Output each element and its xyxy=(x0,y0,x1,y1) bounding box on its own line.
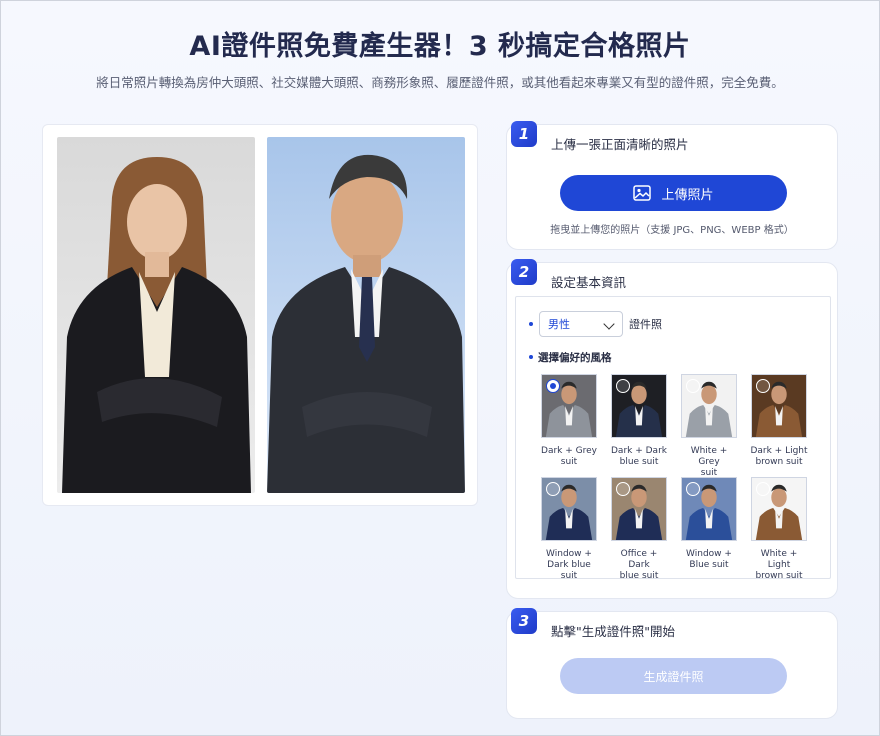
style-caption-line: Window + xyxy=(686,549,732,559)
style-caption-line: Dark blue suit xyxy=(547,560,591,581)
style-caption: Window + Blue suit xyxy=(679,549,739,571)
example-preview xyxy=(42,124,478,506)
style-caption-line: blue suit xyxy=(619,457,659,467)
style-caption: Window + Dark blue suit xyxy=(539,549,599,582)
upload-button-label: 上傳照片 xyxy=(661,187,714,203)
style-caption-line: blue suit xyxy=(619,571,659,581)
step-settings-card: 2 設定基本資訊 男性 證件照 選擇偏好的風格 Dark + Grey suit D… xyxy=(506,259,838,599)
style-thumbnail xyxy=(611,477,667,541)
gender-select-value: 男性 xyxy=(548,318,570,331)
style-option[interactable]: Dark + Grey suit xyxy=(539,374,599,468)
page-title: AI證件照免費產生器！3 秒搞定合格照片 xyxy=(189,31,691,62)
settings-panel: 男性 證件照 選擇偏好的風格 Dark + Grey suit Dark + Dar… xyxy=(515,296,831,582)
style-option[interactable]: Dark + Dark blue suit xyxy=(609,374,669,468)
step-title: 設定基本資訊 xyxy=(551,275,627,290)
style-radio[interactable] xyxy=(546,379,560,393)
style-option[interactable]: Window + Dark blue suit xyxy=(539,477,599,582)
style-caption: Dark + Light brown suit xyxy=(749,446,809,468)
example-photo-man xyxy=(267,137,465,493)
step-number-badge: 3 xyxy=(511,608,537,634)
style-caption-line: suit xyxy=(560,457,578,467)
style-thumbnail xyxy=(751,477,807,541)
gender-select[interactable]: 男性 xyxy=(539,311,623,337)
step-number-badge: 2 xyxy=(511,259,537,285)
style-radio[interactable] xyxy=(546,482,560,496)
bullet-dot xyxy=(529,355,533,359)
style-radio[interactable] xyxy=(756,379,770,393)
style-caption: White + Light brown suit xyxy=(749,549,809,582)
step-upload-card: 1 上傳一張正面清晰的照片 上傳照片 拖曳並上傳您的照片（支援 JPG、PNG、… xyxy=(506,121,838,250)
style-caption-line: White + Light xyxy=(760,549,798,570)
style-thumbnail xyxy=(681,477,737,541)
style-caption-line: Dark + Light xyxy=(750,446,808,456)
style-radio[interactable] xyxy=(686,482,700,496)
style-caption: Dark + Dark blue suit xyxy=(609,446,669,468)
bullet-dot xyxy=(529,322,533,326)
upload-photo-button[interactable]: 上傳照片 xyxy=(560,175,787,211)
chevron-down-icon xyxy=(603,318,615,330)
style-caption-line: Dark + Dark xyxy=(611,446,667,456)
generate-id-photo-button[interactable]: 生成證件照 xyxy=(560,658,787,694)
style-option[interactable]: Window + Blue suit xyxy=(679,477,739,571)
step-title: 點擊"生成證件照"開始 xyxy=(551,624,675,639)
style-caption-line: brown suit xyxy=(755,571,803,581)
style-caption: Office + Dark blue suit xyxy=(609,549,669,582)
step-generate-card: 3 點擊"生成證件照"開始 生成證件照 xyxy=(506,608,838,719)
style-thumbnail xyxy=(541,477,597,541)
image-icon xyxy=(633,185,652,201)
style-thumbnail xyxy=(611,374,667,438)
style-radio[interactable] xyxy=(686,379,700,393)
style-caption-line: Dark + Grey xyxy=(541,446,597,456)
style-radio[interactable] xyxy=(756,482,770,496)
style-option[interactable]: Dark + Light brown suit xyxy=(749,374,809,468)
style-option[interactable]: Office + Dark blue suit xyxy=(609,477,669,582)
style-option[interactable]: White + Grey suit xyxy=(679,374,739,479)
step-number-badge: 1 xyxy=(511,121,537,147)
style-option[interactable]: White + Light brown suit xyxy=(749,477,809,582)
style-caption-line: Window + xyxy=(546,549,592,559)
style-radio[interactable] xyxy=(616,482,630,496)
style-caption-line: brown suit xyxy=(755,457,803,467)
style-caption: Dark + Grey suit xyxy=(539,446,599,468)
step-title: 上傳一張正面清晰的照片 xyxy=(551,137,689,152)
style-thumbnail xyxy=(751,374,807,438)
page-subtitle: 將日常照片轉換為房仲大頭照、社交媒體大頭照、商務形象照、履歷證件照，或其他看起來… xyxy=(96,75,784,90)
style-thumbnail xyxy=(681,374,737,438)
style-caption: White + Grey suit xyxy=(679,446,739,479)
style-caption-line: Blue suit xyxy=(689,560,729,570)
style-section-label: 選擇偏好的風格 xyxy=(538,352,612,364)
example-photo-woman xyxy=(57,137,255,493)
style-thumbnail xyxy=(541,374,597,438)
style-caption-line: Office + Dark xyxy=(620,549,658,570)
upload-hint: 拖曳並上傳您的照片（支援 JPG、PNG、WEBP 格式） xyxy=(550,225,794,236)
id-photo-label: 證件照 xyxy=(629,318,662,331)
style-caption-line: White + Grey xyxy=(690,446,728,467)
style-radio[interactable] xyxy=(616,379,630,393)
